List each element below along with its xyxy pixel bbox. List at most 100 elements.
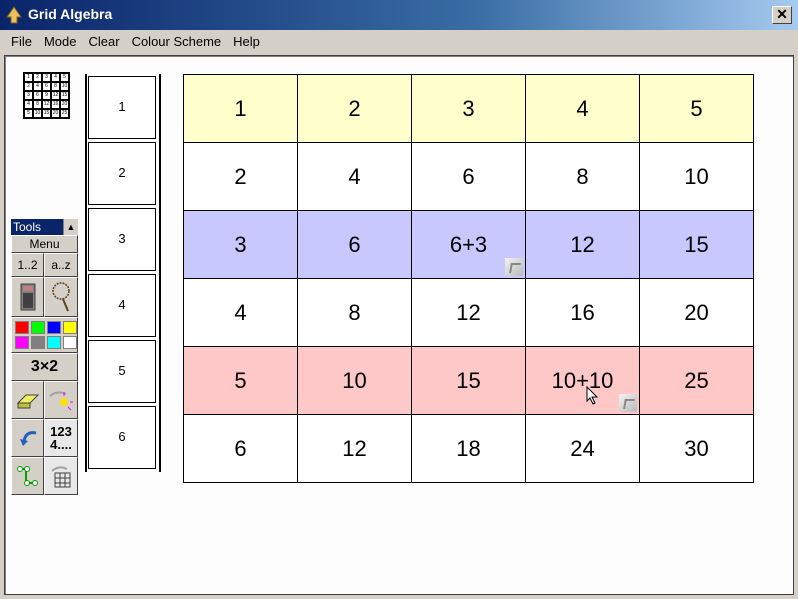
grid-cell[interactable]: 4 [526, 75, 640, 143]
menu-colour-scheme[interactable]: Colour Scheme [126, 34, 228, 49]
grid-cell-value: 6 [234, 436, 247, 461]
tools-title: Tools [13, 220, 42, 234]
colour-swatch[interactable] [63, 336, 77, 349]
numbers-button[interactable]: 1..2 [11, 253, 44, 277]
row-label[interactable]: 4 [88, 274, 156, 337]
row-label[interactable]: 1 [88, 76, 156, 139]
grid-cell[interactable]: 4 [298, 143, 412, 211]
colour-swatch[interactable] [31, 336, 45, 349]
title-bar[interactable]: Grid Algebra ✕ [0, 0, 798, 30]
thumbnail-cell: 9 [42, 91, 51, 100]
menu-clear[interactable]: Clear [82, 34, 125, 49]
grid-clear-button[interactable] [44, 457, 78, 495]
workspace: 1 2 3 4 5 2 4 6 8 10 3 6 9 12 15 4 8 12 16 20 5 10 15 20 25 1234… [4, 55, 794, 595]
grid-cell[interactable]: 30 [640, 415, 754, 483]
grid-cell[interactable]: 12 [298, 415, 412, 483]
row-label[interactable]: 3 [88, 208, 156, 271]
sequence-button[interactable]: 123 4.... [44, 419, 78, 457]
letters-button[interactable]: a..z [44, 253, 78, 277]
grid-cell[interactable]: 8 [526, 143, 640, 211]
grid-cell[interactable]: 10 [298, 347, 412, 415]
grid-cell-value: 6+3 [449, 232, 488, 257]
grid-cell[interactable]: 12 [412, 279, 526, 347]
grid-cell[interactable]: 6 [412, 143, 526, 211]
grid-cell[interactable]: 2 [184, 143, 298, 211]
highlight-icon [49, 391, 73, 411]
grid-cell-value: 5 [690, 96, 703, 121]
grid-cell-value: 25 [684, 368, 709, 393]
colour-swatch[interactable] [15, 336, 29, 349]
grid-cell[interactable]: 5 [640, 75, 754, 143]
undo-button[interactable] [11, 419, 44, 457]
menu-bar: File Mode Clear Colour Scheme Help [0, 30, 798, 52]
grid-cell-value: 6 [462, 164, 475, 189]
magnifier-button[interactable] [44, 277, 78, 317]
menu-mode[interactable]: Mode [38, 34, 83, 49]
menu-file[interactable]: File [5, 34, 38, 49]
colour-swatch[interactable] [47, 336, 61, 349]
grid-cell[interactable]: 10 [640, 143, 754, 211]
row-label[interactable]: 5 [88, 340, 156, 403]
grid-cell[interactable]: 6 [298, 211, 412, 279]
grid-cell-value: 5 [234, 368, 247, 393]
expand-corner-icon[interactable] [505, 258, 523, 276]
grid-cell-value: 20 [684, 300, 709, 325]
grid-cell[interactable]: 3 [412, 75, 526, 143]
grid-cell[interactable]: 10+10 [526, 347, 640, 415]
dimensions-button[interactable]: 3×2 [11, 353, 78, 381]
expand-corner-icon[interactable] [619, 394, 637, 412]
row-label-column: 123456 [85, 74, 161, 472]
grid-cell[interactable]: 24 [526, 415, 640, 483]
highlight-button[interactable] [44, 381, 78, 419]
grid-cell[interactable]: 25 [640, 347, 754, 415]
thumbnail-cell: 20 [60, 100, 69, 109]
grid-cell[interactable]: 1 [184, 75, 298, 143]
thumbnail-cell: 2 [33, 73, 42, 82]
grid-cell-value: 3 [234, 232, 247, 257]
thumbnail-cell: 3 [24, 91, 33, 100]
mouse-cursor-icon [586, 386, 599, 405]
grid-cell-value: 6 [348, 232, 361, 257]
grid-cell[interactable]: 2 [298, 75, 412, 143]
grid-cell[interactable]: 20 [640, 279, 754, 347]
colour-swatch[interactable] [47, 321, 61, 334]
thumbnail-cell: 5 [24, 109, 33, 118]
grid-cell[interactable]: 3 [184, 211, 298, 279]
thumbnail-cell: 3 [42, 73, 51, 82]
eraser-button[interactable] [11, 381, 44, 419]
grid-cell-value: 4 [348, 164, 361, 189]
calculator-button[interactable] [11, 277, 44, 317]
colour-swatch[interactable] [63, 321, 77, 334]
grid-cell-value: 2 [234, 164, 247, 189]
grid-cell[interactable]: 4 [184, 279, 298, 347]
colour-swatch[interactable] [15, 321, 29, 334]
grid-cell-value: 15 [684, 232, 709, 257]
colour-swatch[interactable] [31, 321, 45, 334]
row-label[interactable]: 6 [88, 406, 156, 469]
grid-cell-value: 30 [684, 436, 709, 461]
grid-cell-value: 10 [342, 368, 367, 393]
grid-cell[interactable]: 15 [412, 347, 526, 415]
grid-cell[interactable]: 18 [412, 415, 526, 483]
sequence-label-bottom: 4.... [50, 437, 72, 452]
grid-thumbnail[interactable]: 1 2 3 4 5 2 4 6 8 10 3 6 9 12 15 4 8 12 16 20 5 10 15 20 25 [23, 72, 70, 119]
row-label[interactable]: 2 [88, 142, 156, 205]
grid-cell[interactable]: 5 [184, 347, 298, 415]
collapse-up-icon[interactable]: ▲ [63, 219, 78, 235]
tools-header[interactable]: Tools ▲ [11, 219, 78, 235]
thumbnail-cell: 15 [60, 91, 69, 100]
grid-cell[interactable]: 6+3 [412, 211, 526, 279]
close-button[interactable]: ✕ [772, 6, 792, 24]
thumbnail-cell: 4 [24, 100, 33, 109]
grid-cell[interactable]: 6 [184, 415, 298, 483]
grid-cell[interactable]: 15 [640, 211, 754, 279]
tools-menu-button[interactable]: Menu [11, 235, 78, 253]
menu-help[interactable]: Help [227, 34, 266, 49]
grid-cell-value: 8 [348, 300, 361, 325]
grid-cell[interactable]: 16 [526, 279, 640, 347]
colour-palette [11, 317, 78, 353]
path-button[interactable] [11, 457, 44, 495]
grid-cell[interactable]: 8 [298, 279, 412, 347]
grid-cell[interactable]: 12 [526, 211, 640, 279]
thumbnail-cell: 2 [24, 82, 33, 91]
